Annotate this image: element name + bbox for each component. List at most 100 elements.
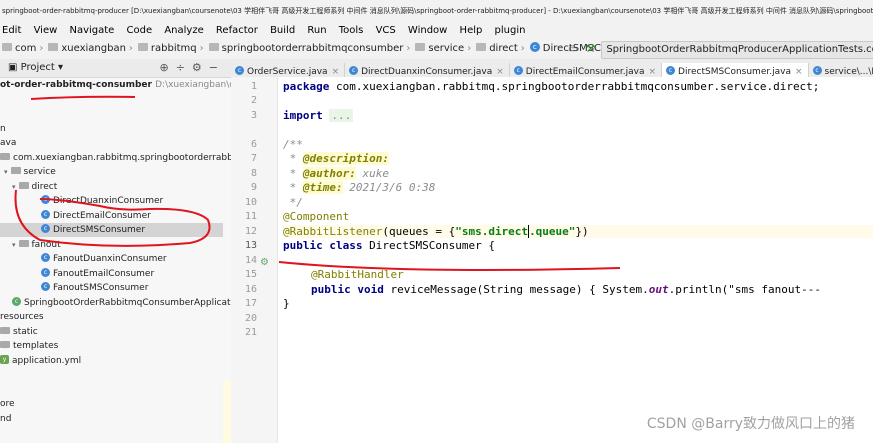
window-title: springboot-order-rabbitmq-producer [D:\x… (2, 7, 873, 15)
breadcrumb-service[interactable]: service (413, 39, 464, 59)
tab-directemailconsumer[interactable]: c DirectEmailConsumer.java × (510, 63, 663, 77)
menu-edit[interactable]: Edit (2, 25, 21, 36)
breadcrumb-direct[interactable]: direct (474, 39, 518, 59)
code-line-rabbit-listener: @RabbitListener(queues = {"sms.direct.qu… (283, 225, 873, 238)
project-panel-tools[interactable]: ⊕÷⚙− (159, 59, 225, 77)
tab-orderservice[interactable]: c OrderService.java × (231, 63, 346, 77)
folder-icon (10, 167, 21, 174)
menu-view[interactable]: View (34, 25, 58, 36)
close-icon[interactable]: × (795, 67, 803, 77)
line-number: 13 (244, 240, 257, 251)
menu-build[interactable]: Build (270, 25, 295, 36)
run-configuration-select[interactable]: SpringbootOrderRabbitmqProducerApplicati… (601, 41, 873, 59)
tree-item-templates[interactable]: templates (0, 339, 58, 353)
folder-icon (0, 327, 10, 334)
tree-item-main[interactable]: n (0, 122, 6, 136)
structure-icon[interactable]: ▭ (568, 44, 577, 55)
breadcrumb-xuexiangban[interactable]: xuexiangban (46, 39, 126, 59)
window-title-bar: springboot-order-rabbitmq-producer [D:\x… (0, 0, 873, 23)
menu-code[interactable]: Code (127, 25, 153, 36)
run-toolbar: ▭ ⚒ SpringbootOrderRabbitmqProducerApplica… (568, 39, 873, 59)
tree-item-java[interactable]: ava (0, 136, 16, 150)
menu-analyze[interactable]: Analyze (164, 25, 203, 36)
tree-item-application-yml[interactable]: y application.yml (0, 354, 81, 368)
tree-item-fanout[interactable]: ▾ fanout (12, 238, 61, 252)
tree-item-static[interactable]: static (0, 325, 38, 339)
class-icon: c (41, 282, 50, 291)
folder-icon (18, 240, 29, 247)
tree-item-fanoutsmsconsumer[interactable]: c FanoutSMSConsumer (41, 281, 148, 295)
tree-item-directemailconsumer[interactable]: c DirectEmailConsumer (41, 209, 151, 223)
menu-refactor[interactable]: Refactor (216, 25, 258, 36)
menu-navigate[interactable]: Navigate (69, 25, 114, 36)
line-number: 10 (244, 197, 257, 208)
line-number: 21 (244, 327, 257, 338)
close-icon[interactable]: × (496, 67, 504, 77)
class-icon: c (349, 66, 359, 75)
close-icon[interactable]: × (648, 67, 656, 77)
breadcrumb-consumber-package[interactable]: springbootorderrabbitmqconsumber (207, 39, 403, 59)
code-line-import: import ... (283, 109, 354, 122)
menu-plugin[interactable]: plugin (495, 25, 526, 36)
code-line-javadoc-open: /** (283, 138, 303, 151)
project-panel-title[interactable]: ▣ Project ▾ (8, 62, 63, 73)
tab-directduanxinconsumer[interactable]: c DirectDuanxinConsumer.java × (345, 63, 510, 77)
tree-item-direct[interactable]: ▾ direct (12, 180, 57, 194)
scroll-marker-strip (223, 380, 231, 443)
tree-item-application-class[interactable]: c SpringbootOrderRabbitmqConsumberApplica… (12, 296, 231, 310)
menu-tools[interactable]: Tools (339, 25, 364, 36)
tree-item-directsmsconsumer[interactable]: c DirectSMSConsumer (0, 223, 223, 237)
line-number: 1 (250, 81, 257, 92)
spring-bean-icon[interactable]: ⚙ (260, 257, 269, 268)
chevron-down-icon[interactable]: ▾ (12, 183, 16, 191)
project-root[interactable]: ot-order-rabbitmq-consumber D:\xuexiangb… (0, 78, 231, 92)
chevron-down-icon[interactable]: ▾ (12, 241, 16, 249)
code-line-javadoc-close: */ (283, 196, 303, 209)
line-number: 6 (250, 139, 257, 150)
build-hammer-icon[interactable]: ⚒ (585, 42, 595, 55)
menu-help[interactable]: Help (460, 25, 483, 36)
folder-icon (415, 43, 426, 51)
breadcrumb-separator: › (467, 43, 472, 54)
class-icon: c (513, 66, 523, 75)
tree-item-resources[interactable]: resources (0, 310, 44, 324)
folder-icon (208, 43, 219, 51)
tree-item-fanoutduanxinconsumer[interactable]: c FanoutDuanxinConsumer (41, 252, 167, 266)
tree-item-ore[interactable]: ore (0, 397, 15, 411)
breadcrumb-com[interactable]: com (0, 39, 36, 59)
breadcrumb-separator: › (39, 43, 44, 54)
breadcrumb-separator: › (128, 43, 133, 54)
code-line-package: package com.xuexiangban.rabbitmq.springb… (283, 80, 820, 93)
tab-fanoutsms[interactable]: cservice\...\FanoutSM (809, 63, 873, 77)
code-line-rabbit-handler: @RabbitHandler (311, 268, 404, 281)
tab-directsmsconsumer[interactable]: c DirectSMSConsumer.java × (662, 63, 809, 77)
folded-imports[interactable]: ... (329, 109, 354, 122)
code-line-closing-brace: } (283, 297, 290, 310)
menu-run[interactable]: Run (307, 25, 326, 36)
menu-vcs[interactable]: VCS (376, 25, 396, 36)
code-editor[interactable]: package com.xuexiangban.rabbitmq.springb… (278, 77, 873, 443)
tree-item-nd[interactable]: nd (0, 412, 11, 426)
breadcrumb-separator: › (199, 43, 204, 54)
line-number: 20 (244, 313, 257, 324)
class-icon: c (529, 42, 540, 52)
tree-item-base-package[interactable]: com.xuexiangban.rabbitmq.springbootorder… (0, 151, 231, 165)
chevron-down-icon[interactable]: ▾ (4, 168, 8, 176)
tree-item-fanoutemailconsumer[interactable]: c FanoutEmailConsumer (41, 267, 154, 281)
folder-icon (18, 182, 29, 189)
close-icon[interactable]: × (332, 67, 340, 77)
line-number: 11 (244, 211, 257, 222)
class-icon: c (41, 253, 50, 262)
tree-item-service[interactable]: ▾ service (4, 165, 56, 179)
code-line-class-decl: public class DirectSMSConsumer { (283, 239, 495, 252)
line-number: 17 (244, 298, 257, 309)
class-icon: c (41, 210, 50, 219)
code-line-component: @Component (283, 210, 350, 223)
menu-window[interactable]: Window (408, 25, 447, 36)
tree-item-directduanxinconsumer[interactable]: c DirectDuanxinConsumer (41, 194, 163, 208)
menu-bar: Edit View Navigate Code Analyze Refactor… (0, 22, 873, 39)
line-number: 15 (244, 269, 257, 280)
line-number: 9 (250, 182, 257, 193)
breadcrumb-rabbitmq[interactable]: rabbitmq (136, 39, 197, 59)
editor-tabs: c OrderService.java × c DirectDuanxinConsume… (231, 59, 873, 78)
